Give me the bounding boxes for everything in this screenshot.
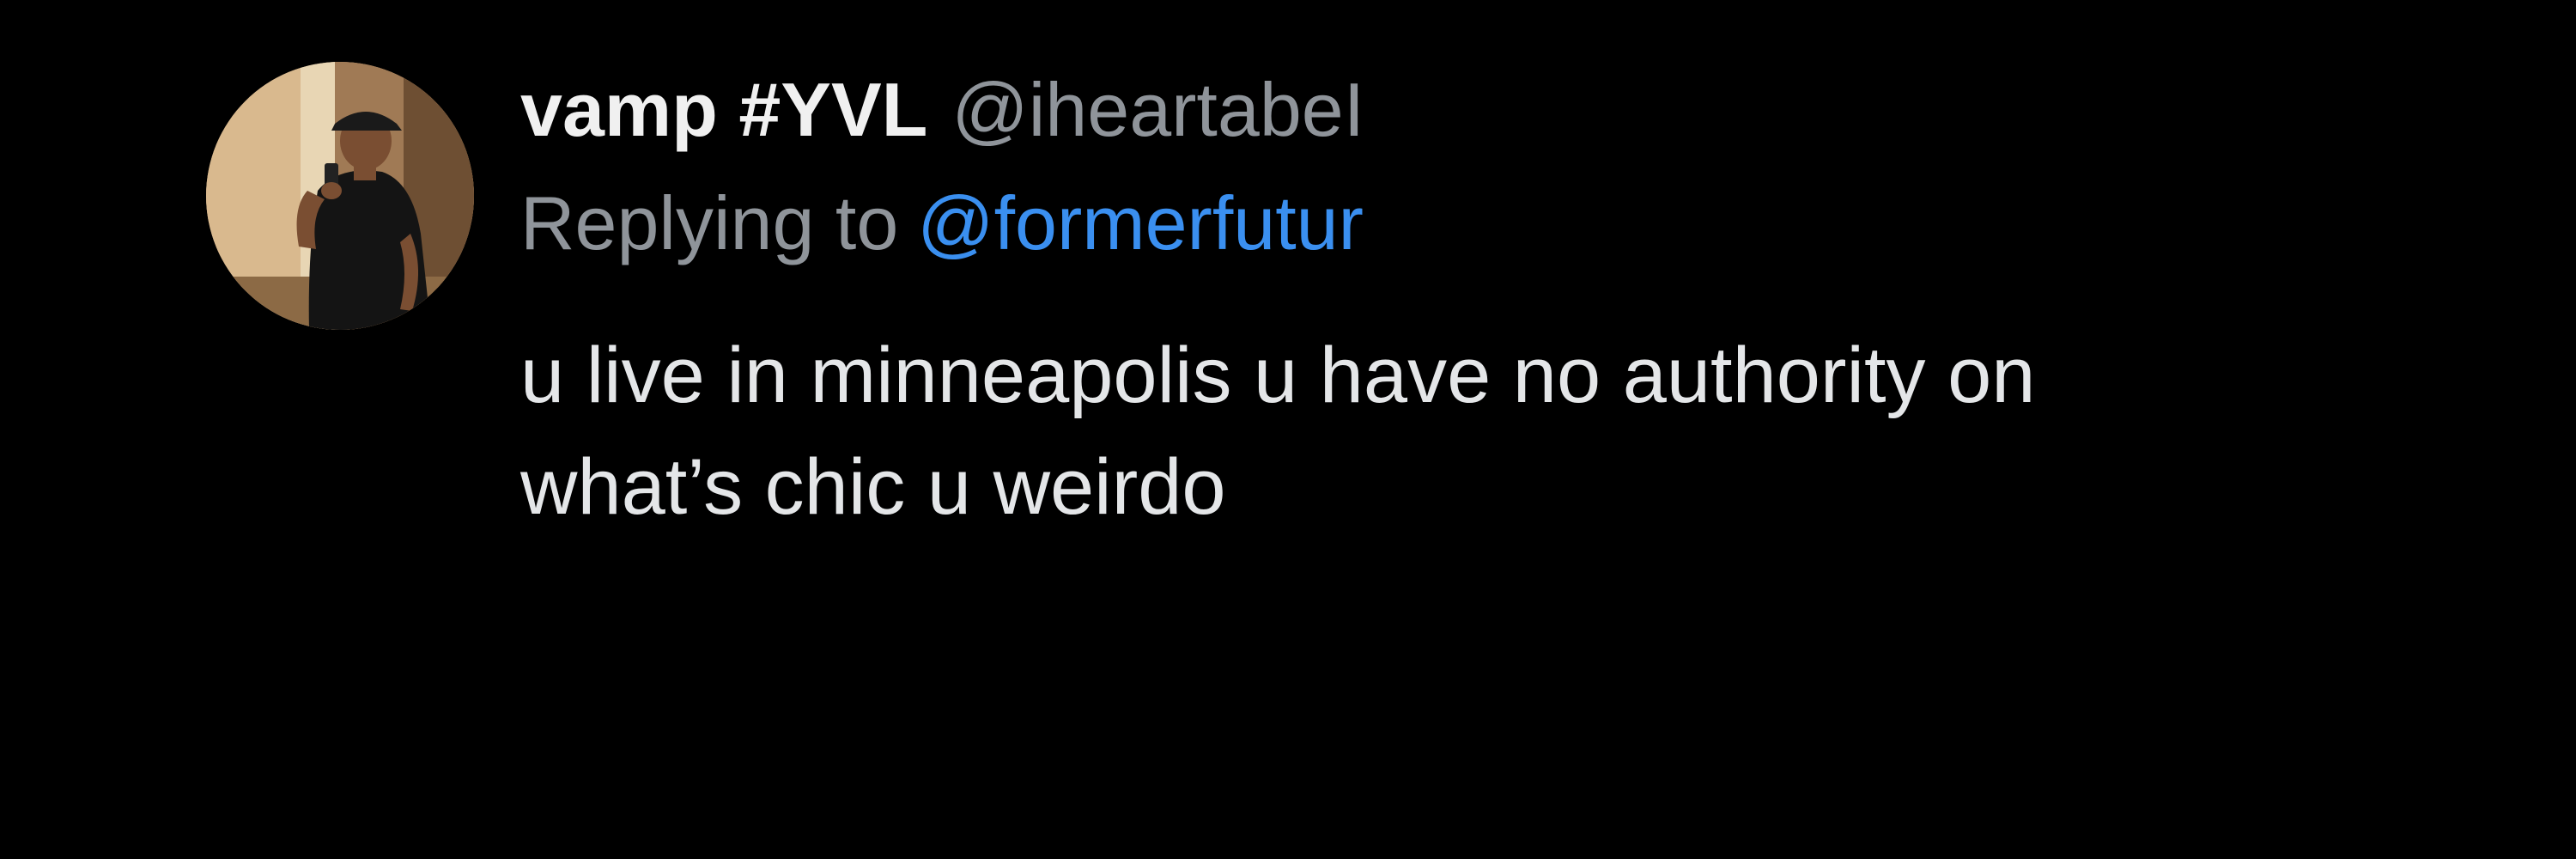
tweet: vamp #YVL @iheartabeI Replying to @formerf… [0, 0, 2576, 859]
reply-context: Replying to @formerfutur [520, 172, 1364, 275]
replying-to-label: Replying to [520, 180, 899, 265]
tweet-text: u live in minneapolis u have no authorit… [520, 320, 2409, 543]
user-avatar-photo-icon [206, 62, 474, 330]
reply-mention-link[interactable]: @formerfutur [917, 180, 1364, 265]
tweet-text-line: what’s chic u weirdo [520, 443, 1226, 531]
tweet-header: vamp #YVL @iheartabeI [520, 58, 1364, 161]
avatar[interactable] [206, 62, 474, 330]
tweet-text-line: u live in minneapolis u have no authorit… [520, 332, 2036, 419]
user-handle[interactable]: @iheartabeI [951, 67, 1364, 152]
display-name[interactable]: vamp #YVL [520, 67, 927, 152]
